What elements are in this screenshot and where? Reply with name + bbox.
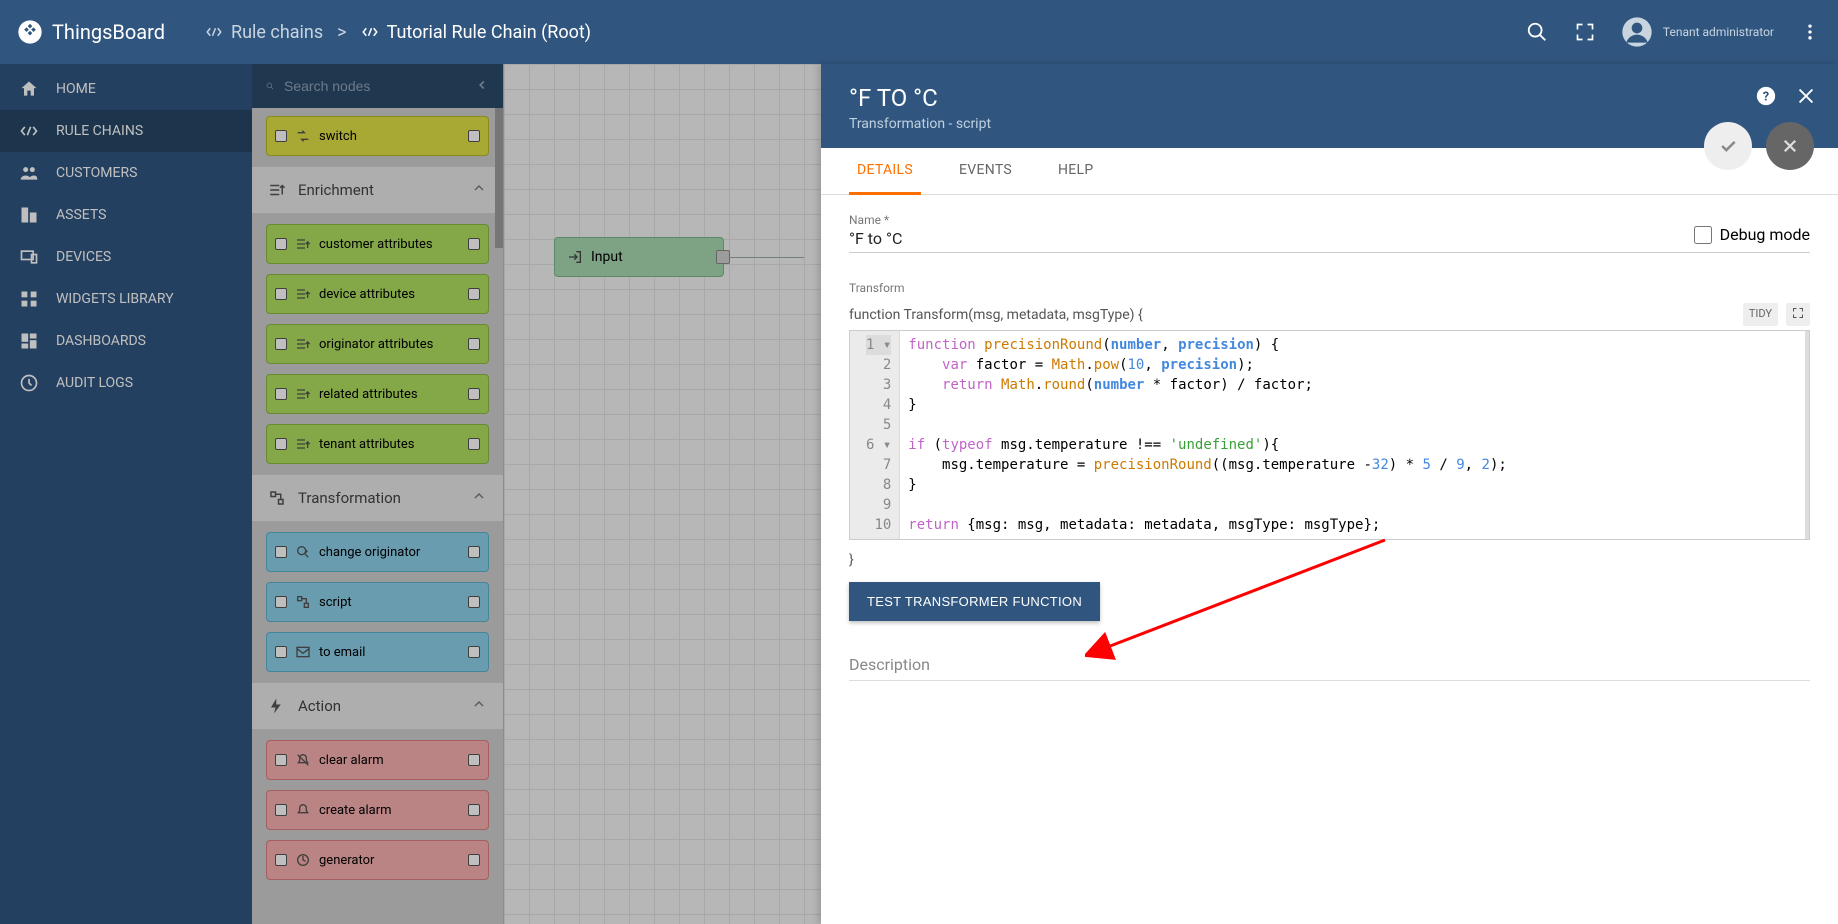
detail-tabs: DETAILS EVENTS HELP [821,148,1838,195]
debug-checkbox[interactable]: Debug mode [1694,225,1810,244]
breadcrumb-separator: > [337,22,346,43]
rulechain-icon [205,23,223,41]
test-transformer-button[interactable]: TEST TRANSFORMER FUNCTION [849,582,1100,621]
apply-button[interactable] [1704,122,1752,170]
tab-help[interactable]: HELP [1050,148,1102,194]
rulechain-icon [361,23,379,41]
avatar-icon [1621,16,1653,48]
close-icon[interactable] [1794,84,1818,108]
help-icon[interactable]: ? [1754,84,1778,108]
description-field[interactable]: Description [849,655,1810,681]
detail-header: °F TO °C Transformation - script ? [821,64,1838,148]
fullscreen-icon[interactable] [1573,20,1597,44]
search-icon[interactable] [1525,20,1549,44]
detail-body: Name * °F to °C Debug mode Transform fun… [821,195,1838,924]
header-right: Tenant administrator [1525,16,1822,48]
cancel-button[interactable] [1766,122,1814,170]
editor-code[interactable]: function precisionRound(number, precisio… [900,331,1809,539]
fn-close-brace: } [849,552,1810,568]
logo-icon [16,18,44,46]
breadcrumb-current[interactable]: Tutorial Rule Chain (Root) [361,22,591,43]
editor-gutter: 1 ▾2345 6 ▾78910 [850,331,900,539]
more-icon[interactable] [1798,20,1822,44]
breadcrumb: Rule chains > Tutorial Rule Chain (Root) [205,22,591,43]
transform-label: Transform [849,281,1810,295]
user-name-label: Tenant administrator [1663,25,1774,39]
tab-events[interactable]: EVENTS [951,148,1020,194]
app-header: ThingsBoard Rule chains > Tutorial Rule … [0,0,1838,64]
detail-panel: °F TO °C Transformation - script ? DETAI… [821,64,1838,924]
editor-scrollbar[interactable] [1805,331,1809,539]
fullscreen-editor-icon[interactable] [1786,303,1810,326]
function-signature: function Transform(msg, metadata, msgTyp… [849,303,1810,326]
detail-subtitle: Transformation - script [849,116,1810,132]
tidy-button[interactable]: TIDY [1743,303,1778,326]
brand-logo[interactable]: ThingsBoard [16,18,165,46]
detail-title: °F TO °C [849,84,1810,112]
name-field[interactable]: Name * °F to °C [849,213,1654,248]
dim-overlay[interactable] [0,64,821,924]
svg-text:?: ? [1763,90,1769,105]
code-editor[interactable]: 1 ▾2345 6 ▾78910 function precisionRound… [849,330,1810,540]
user-menu[interactable]: Tenant administrator [1621,16,1774,48]
breadcrumb-parent[interactable]: Rule chains [205,22,323,43]
brand-name: ThingsBoard [52,20,165,44]
tab-details[interactable]: DETAILS [849,148,921,195]
debug-checkbox-input[interactable] [1694,226,1712,244]
